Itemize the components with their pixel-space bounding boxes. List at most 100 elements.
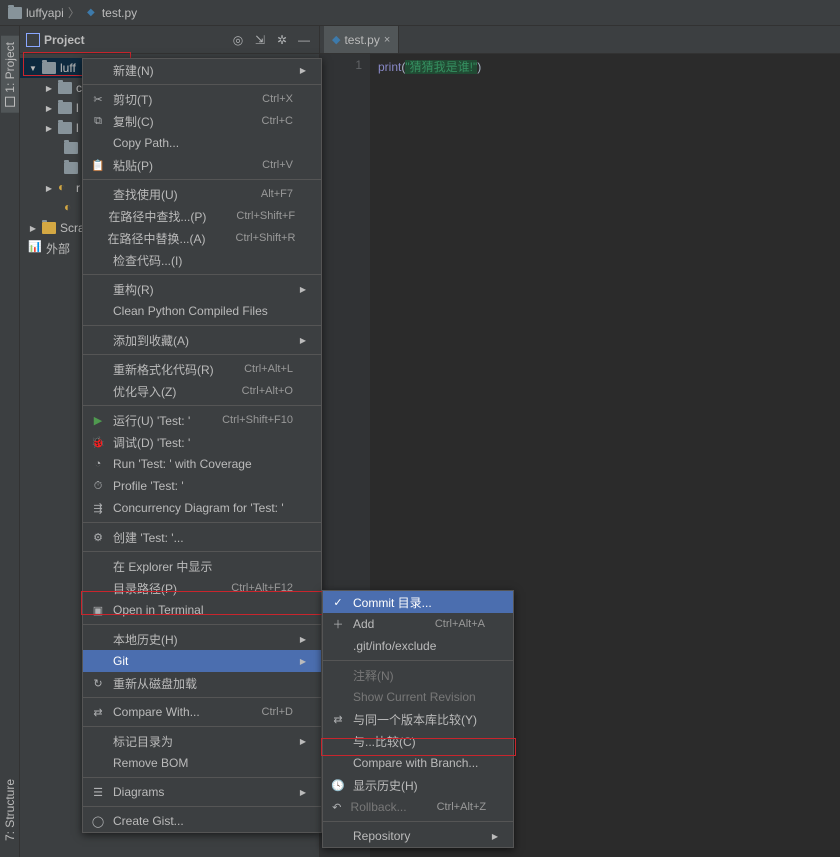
menu-label: 运行(U) 'Test: ' <box>113 412 192 429</box>
close-icon[interactable]: × <box>384 34 390 46</box>
menu-separator <box>323 660 513 661</box>
menu-cut[interactable]: ✂剪切(T)Ctrl+X <box>83 88 321 110</box>
menu-separator <box>83 522 321 523</box>
project-title[interactable]: Project <box>44 33 225 47</box>
folder-icon <box>58 102 72 114</box>
menu-label: 重新从磁盘加载 <box>113 675 293 692</box>
menu-create[interactable]: ⚙创建 'Test: '... <box>83 526 321 548</box>
menu-git-exclude[interactable]: .git/info/exclude <box>323 635 513 657</box>
breadcrumb-file[interactable]: test.py <box>102 6 137 20</box>
menu-shortcut: Ctrl+Alt+F12 <box>231 582 293 594</box>
submenu-arrow-icon <box>299 635 307 644</box>
menu-label: Show Current Revision <box>353 690 485 704</box>
menu-label: 查找使用(U) <box>113 186 231 203</box>
rail-tab-project[interactable]: 1: Project <box>1 36 19 113</box>
menu-git[interactable]: Git <box>83 650 321 672</box>
menu-remove-bom[interactable]: Remove BOM <box>83 752 321 774</box>
menu-copy-path[interactable]: Copy Path... <box>83 132 321 154</box>
menu-add-favorites[interactable]: 添加到收藏(A) <box>83 329 321 351</box>
gear-icon[interactable]: ✲ <box>273 31 291 49</box>
diagram-icon: ☰ <box>89 784 107 800</box>
chevron-right-icon[interactable] <box>44 84 54 93</box>
menu-local-history[interactable]: 本地历史(H) <box>83 628 321 650</box>
menu-show-explorer[interactable]: 在 Explorer 中显示 <box>83 555 321 577</box>
menu-refactor[interactable]: 重构(R) <box>83 278 321 300</box>
chevron-right-icon[interactable] <box>44 104 54 113</box>
menu-separator <box>83 179 321 180</box>
menu-inspect[interactable]: 检查代码...(I) <box>83 249 321 271</box>
menu-git-compare-rev[interactable]: 与...比较(C) <box>323 730 513 752</box>
menu-find-usages[interactable]: 查找使用(U)Alt+F7 <box>83 183 321 205</box>
menu-separator <box>83 84 321 85</box>
menu-profile[interactable]: ⏱Profile 'Test: ' <box>83 475 321 497</box>
locate-icon[interactable]: ◎ <box>229 31 247 49</box>
menu-separator <box>83 354 321 355</box>
menu-git-commit[interactable]: ✓Commit 目录... <box>323 591 513 613</box>
hide-icon[interactable]: — <box>295 31 313 49</box>
folder-icon <box>42 62 56 74</box>
menu-run[interactable]: ▶运行(U) 'Test: 'Ctrl+Shift+F10 <box>83 409 321 431</box>
menu-diagrams[interactable]: ☰Diagrams <box>83 781 321 803</box>
add-icon: ＋ <box>329 616 347 632</box>
menu-separator <box>323 821 513 822</box>
menu-open-terminal[interactable]: ▣Open in Terminal <box>83 599 321 621</box>
menu-mark-dir[interactable]: 标记目录为 <box>83 730 321 752</box>
tree-label: 外部 <box>46 240 70 257</box>
menu-git-show-history[interactable]: 🕓显示历史(H) <box>323 774 513 796</box>
menu-git-show-rev: Show Current Revision <box>323 686 513 708</box>
expand-icon[interactable]: ⇲ <box>251 31 269 49</box>
tree-label: luff <box>60 61 76 75</box>
chevron-down-icon[interactable] <box>28 64 38 73</box>
chevron-right-icon[interactable] <box>44 184 54 193</box>
chevron-right-icon[interactable] <box>28 224 38 233</box>
menu-dir-path[interactable]: 目录路径(P)Ctrl+Alt+F12 <box>83 577 321 599</box>
python-file-icon: ◆ <box>332 33 340 46</box>
project-rail-icon <box>5 97 15 107</box>
debug-icon: 🐞 <box>89 434 107 450</box>
menu-separator <box>83 726 321 727</box>
menu-copy[interactable]: ⧉复制(C)Ctrl+C <box>83 110 321 132</box>
menu-new[interactable]: 新建(N) <box>83 59 321 81</box>
menu-label: Copy Path... <box>113 136 293 150</box>
menu-label: 注释(N) <box>353 667 485 684</box>
rail-tab-structure[interactable]: 7: Structure <box>1 773 19 847</box>
menu-label: 在 Explorer 中显示 <box>113 558 293 575</box>
code-string: "猜猜我是谁!" <box>405 60 477 74</box>
git-submenu: ✓Commit 目录... ＋AddCtrl+Alt+A .git/info/e… <box>322 590 514 848</box>
chevron-right-icon[interactable] <box>44 124 54 133</box>
menu-debug[interactable]: 🐞调试(D) 'Test: ' <box>83 431 321 453</box>
menu-coverage[interactable]: ◔Run 'Test: ' with Coverage <box>83 453 321 475</box>
menu-label: 优化导入(Z) <box>113 383 212 400</box>
menu-reformat[interactable]: 重新格式化代码(R) Ctrl+Alt+L <box>83 358 321 380</box>
menu-find-in-path[interactable]: 在路径中查找...(P)Ctrl+Shift+F <box>83 205 321 227</box>
breadcrumb-root[interactable]: luffyapi <box>26 6 64 20</box>
menu-paste[interactable]: 📋粘贴(P)Ctrl+V <box>83 154 321 176</box>
menu-optimize-imports[interactable]: 优化导入(Z)Ctrl+Alt+O <box>83 380 321 402</box>
editor-tab-test[interactable]: ◆ test.py × <box>324 26 399 53</box>
menu-git-repository[interactable]: Repository <box>323 825 513 847</box>
python-file-icon <box>64 202 78 214</box>
menu-shortcut: Ctrl+Alt+L <box>244 363 293 375</box>
menu-label: 复制(C) <box>113 113 232 130</box>
menu-create-gist[interactable]: ◯Create Gist... <box>83 810 321 832</box>
menu-separator <box>83 274 321 275</box>
menu-separator <box>83 325 321 326</box>
menu-compare-with[interactable]: ⇄Compare With...Ctrl+D <box>83 701 321 723</box>
run-icon: ▶ <box>89 412 107 428</box>
menu-git-add[interactable]: ＋AddCtrl+Alt+A <box>323 613 513 635</box>
github-icon: ◯ <box>89 813 107 829</box>
commit-icon: ✓ <box>329 594 347 610</box>
menu-git-compare-branch[interactable]: Compare with Branch... <box>323 752 513 774</box>
menu-reload-disk[interactable]: ↻重新从磁盘加载 <box>83 672 321 694</box>
rail-tab-label: 1: Project <box>3 42 17 93</box>
library-icon <box>28 242 42 254</box>
menu-label: 重新格式化代码(R) <box>113 361 214 378</box>
menu-shortcut: Ctrl+Shift+R <box>236 232 296 244</box>
create-config-icon: ⚙ <box>89 529 107 545</box>
menu-git-compare-same[interactable]: ⇄与同一个版本库比较(Y) <box>323 708 513 730</box>
menu-replace-in-path[interactable]: 在路径中替换...(A)Ctrl+Shift+R <box>83 227 321 249</box>
menu-clean-pyc[interactable]: Clean Python Compiled Files <box>83 300 321 322</box>
menu-concurrency[interactable]: ⇶Concurrency Diagram for 'Test: ' <box>83 497 321 519</box>
menu-label: Rollback... <box>351 800 407 814</box>
folder-icon <box>64 142 78 154</box>
